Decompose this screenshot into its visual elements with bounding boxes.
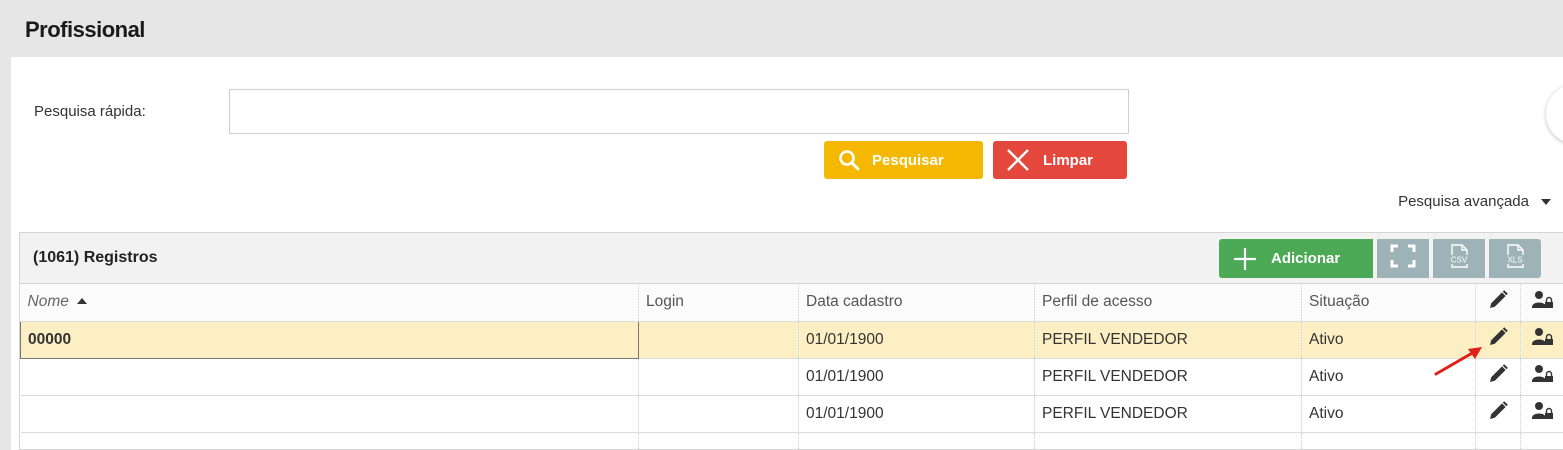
user-lock-icon — [1532, 364, 1554, 384]
user-lock-icon — [1532, 327, 1554, 347]
cell-login — [638, 395, 799, 433]
cell-name — [20, 358, 639, 396]
table-header-row: Nome Login Data cadastro Perfil de acess… — [20, 284, 1563, 322]
cell-date: 01/01/1900 — [798, 321, 1035, 359]
permissions-row-button[interactable] — [1520, 358, 1563, 396]
annotation-arrow-icon — [1434, 347, 1482, 376]
search-button-label: Pesquisar — [872, 151, 944, 169]
cell-profile: PERFIL VENDEDOR — [1034, 395, 1302, 433]
svg-text:XLS: XLS — [1507, 256, 1522, 265]
permissions-row-button[interactable] — [1520, 395, 1563, 433]
advanced-search-toggle[interactable]: Pesquisa avançada — [1398, 193, 1551, 210]
quick-search-input[interactable] — [229, 89, 1129, 134]
column-header-date[interactable]: Data cadastro — [798, 284, 1035, 322]
clear-button-label: Limpar — [1043, 151, 1094, 169]
cell-name: 00000 — [20, 320, 639, 359]
table-row[interactable]: 01/01/1900 PERFIL VENDEDOR Ativo — [20, 358, 1563, 396]
table-row[interactable]: 01/01/1900 PERFIL VENDEDOR Ativo — [20, 395, 1563, 433]
csv-file-icon: CSV — [1447, 243, 1471, 274]
records-grid: (1061) Registros Adicionar CSV XLS Nome … — [19, 232, 1563, 450]
plus-icon — [1233, 247, 1257, 271]
caret-down-icon — [1541, 198, 1551, 205]
column-header-permissions — [1520, 284, 1563, 322]
add-button[interactable]: Adicionar — [1219, 239, 1373, 278]
pencil-icon — [1487, 289, 1509, 311]
user-lock-icon — [1532, 401, 1554, 421]
pencil-icon — [1487, 363, 1509, 385]
column-header-name[interactable]: Nome — [20, 284, 639, 322]
cell-date: 01/01/1900 — [798, 395, 1035, 433]
column-header-edit — [1475, 284, 1521, 322]
x-icon — [1005, 147, 1031, 173]
pencil-icon — [1487, 400, 1509, 422]
fullscreen-icon — [1390, 244, 1416, 273]
table-row[interactable] — [20, 432, 1563, 449]
column-header-profile[interactable]: Perfil de acesso — [1034, 284, 1302, 322]
grid-toolbar: (1061) Registros Adicionar CSV XLS — [20, 233, 1563, 284]
column-header-status[interactable]: Situação — [1301, 284, 1476, 322]
cell-profile: PERFIL VENDEDOR — [1034, 321, 1302, 359]
clear-button[interactable]: Limpar — [993, 141, 1127, 179]
floating-action-button[interactable] — [1546, 84, 1563, 144]
quick-search-label: Pesquisa rápida: — [34, 103, 146, 120]
cell-name — [20, 395, 639, 433]
svg-text:CSV: CSV — [1451, 256, 1468, 265]
table-row[interactable]: 00000 01/01/1900 PERFIL VENDEDOR Ativo — [20, 320, 1563, 359]
main-panel: Pesquisa rápida: Pesquisar Limpar Pesqui… — [11, 57, 1563, 450]
xls-file-icon: XLS — [1503, 243, 1527, 274]
sort-ascending-icon — [76, 298, 87, 305]
cell-login — [638, 321, 799, 359]
records-table: Nome Login Data cadastro Perfil de acess… — [20, 284, 1563, 449]
export-csv-button[interactable]: CSV — [1431, 239, 1485, 278]
page-title: Profissional — [25, 17, 145, 42]
user-lock-icon — [1532, 290, 1554, 310]
magnifier-icon — [838, 149, 860, 171]
cell-date: 01/01/1900 — [798, 358, 1035, 396]
export-xls-button[interactable]: XLS — [1487, 239, 1541, 278]
fullscreen-button[interactable] — [1375, 239, 1429, 278]
column-header-login[interactable]: Login — [638, 284, 799, 322]
records-count: (1061) Registros — [33, 249, 158, 266]
permissions-row-button[interactable] — [1520, 321, 1563, 359]
edit-row-button[interactable] — [1475, 395, 1521, 433]
pencil-icon — [1487, 326, 1509, 348]
cell-login — [638, 358, 799, 396]
advanced-search-label: Pesquisa avançada — [1398, 193, 1529, 210]
search-button[interactable]: Pesquisar — [824, 141, 983, 179]
add-button-label: Adicionar — [1271, 250, 1341, 267]
page-header: Profissional — [0, 0, 1563, 57]
cell-status: Ativo — [1301, 395, 1476, 433]
cell-profile: PERFIL VENDEDOR — [1034, 358, 1302, 396]
